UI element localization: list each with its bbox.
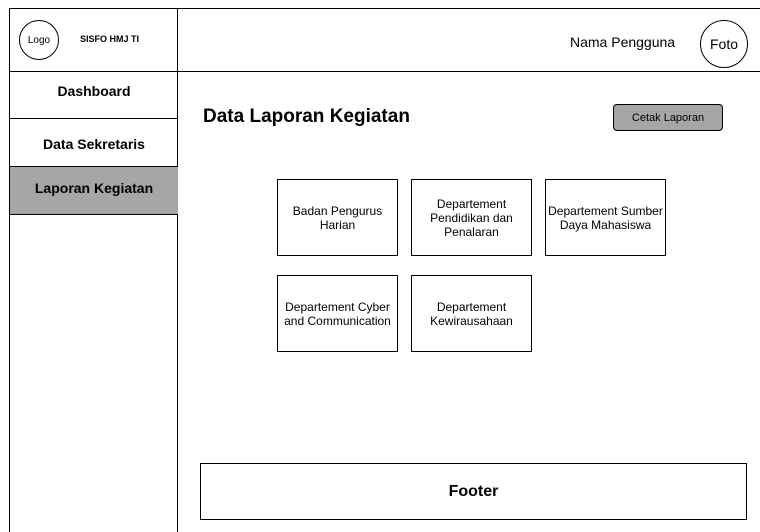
- logo: Logo: [19, 20, 59, 60]
- avatar[interactable]: Foto: [700, 20, 748, 68]
- sidebar-item-dashboard[interactable]: Dashboard: [10, 72, 178, 119]
- sidebar: Logo SISFO HMJ TI Dashboard Data Sekreta…: [9, 8, 178, 532]
- card-label: Departement Cyber and Communication: [284, 299, 391, 328]
- department-card-sdm[interactable]: Departement Sumber Daya Mahasiswa: [545, 179, 666, 256]
- sidebar-item-label: Dashboard: [57, 83, 131, 99]
- department-card-kewirausahaan[interactable]: Departement Kewirausahaan: [411, 275, 532, 352]
- sidebar-item-laporan-kegiatan[interactable]: Laporan Kegiatan: [10, 167, 178, 215]
- card-label: Departement Kewirausahaan: [430, 299, 513, 328]
- print-report-button[interactable]: Cetak Laporan: [613, 104, 723, 131]
- page-title: Data Laporan Kegiatan: [203, 106, 410, 127]
- card-label: Departement Pendidikan dan Penalaran: [430, 196, 513, 239]
- footer-label: Footer: [448, 482, 499, 500]
- department-card-pendidikan[interactable]: Departement Pendidikan dan Penalaran: [411, 179, 532, 256]
- sidebar-item-data-sekretaris[interactable]: Data Sekretaris: [10, 119, 178, 167]
- sidebar-item-label: Data Sekretaris: [43, 136, 145, 152]
- top-bar: Nama Pengguna Foto: [178, 8, 760, 72]
- card-label: Departement Sumber Daya Mahasiswa: [548, 203, 663, 232]
- app-name: SISFO HMJ TI: [80, 34, 140, 44]
- footer: Footer: [200, 463, 747, 520]
- department-card-bph[interactable]: Badan Pengurus Harian: [277, 179, 398, 256]
- card-label: Badan Pengurus Harian: [292, 203, 383, 232]
- department-card-cyber[interactable]: Departement Cyber and Communication: [277, 275, 398, 352]
- sidebar-item-label: Laporan Kegiatan: [34, 180, 154, 196]
- user-name: Nama Pengguna: [570, 34, 676, 50]
- brand: Logo SISFO HMJ TI: [10, 8, 178, 72]
